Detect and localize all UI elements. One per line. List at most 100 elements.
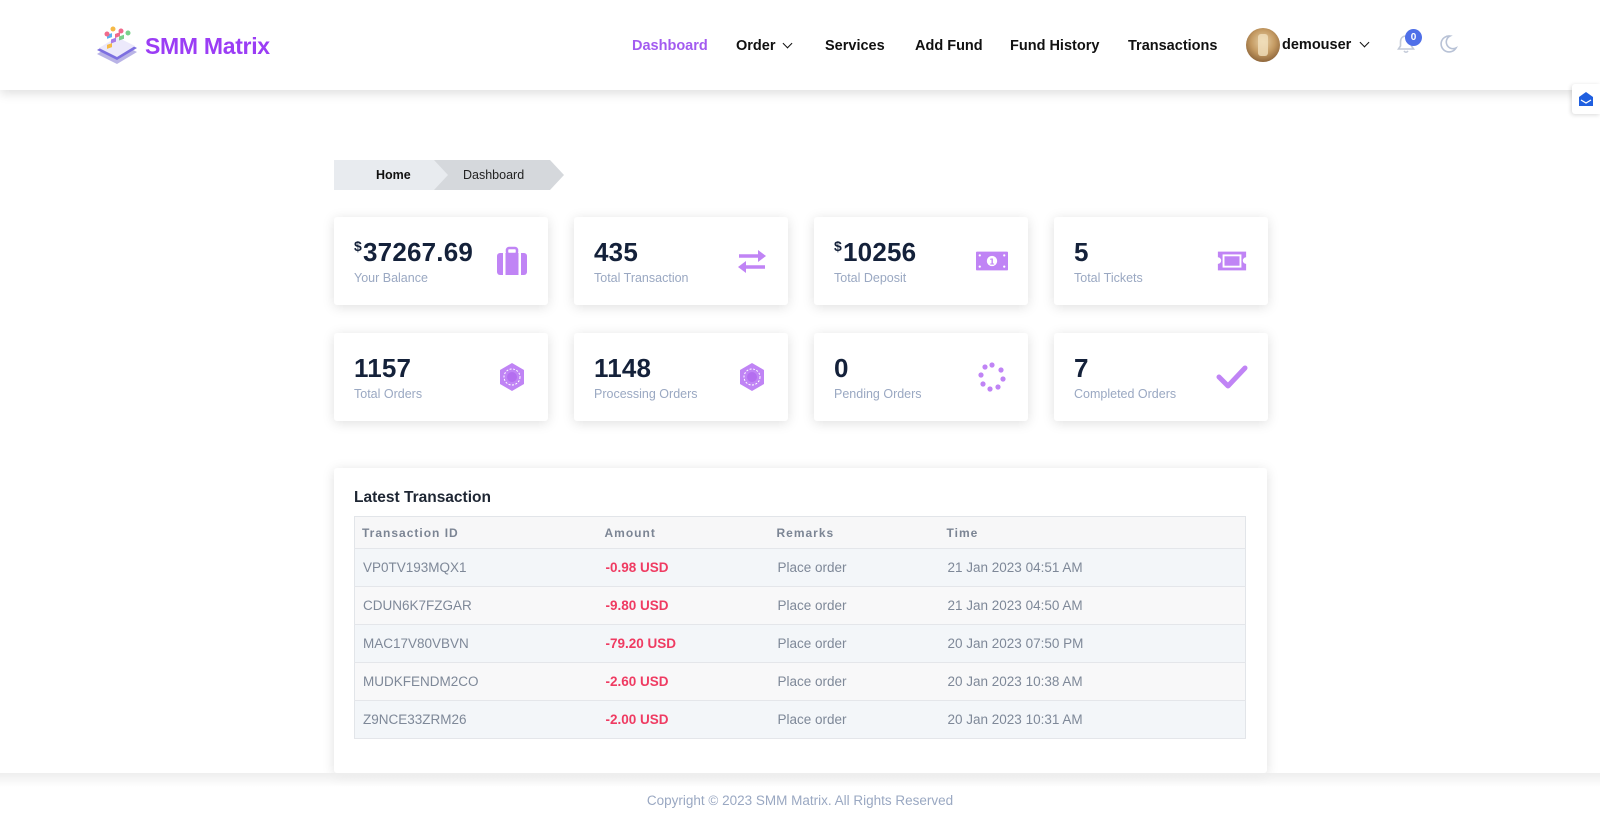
table-row: MUDKFENDM2CO -2.60 USD Place order 20 Ja… <box>354 662 1246 701</box>
stat-label: Total Tickets <box>1074 271 1143 285</box>
transaction-time: 21 Jan 2023 04:51 AM <box>939 548 1246 587</box>
stat-number: 37267.69 <box>363 237 474 267</box>
messages-button[interactable] <box>1572 84 1600 114</box>
stat-number: 1157 <box>354 353 412 383</box>
column-header: Amount <box>597 516 770 549</box>
transaction-amount: -79.20 USD <box>597 624 770 663</box>
money-bill-icon: 1 <box>976 251 1008 271</box>
transaction-remarks: Place order <box>769 548 940 587</box>
stat-value: 7 <box>1074 353 1089 384</box>
latest-transaction-card: Latest Transaction Transaction ID Amount… <box>334 468 1267 773</box>
nav-order-label: Order <box>736 38 776 54</box>
stat-label: Total Deposit <box>834 271 907 285</box>
transaction-time: 21 Jan 2023 04:50 AM <box>939 586 1246 625</box>
stat-card-processing-orders: 1148 Processing Orders <box>574 333 788 421</box>
stat-number: 10256 <box>843 237 917 267</box>
stat-number: 7 <box>1074 353 1089 383</box>
stat-value: 435 <box>594 237 638 268</box>
stat-card-completed-orders: 7 Completed Orders <box>1054 333 1268 421</box>
transaction-time: 20 Jan 2023 10:38 AM <box>939 662 1246 701</box>
nav-services[interactable]: Services <box>825 34 885 58</box>
chevron-down-icon <box>782 38 792 49</box>
table-row: VP0TV193MQX1 -0.98 USD Place order 21 Ja… <box>354 548 1246 587</box>
stat-card-deposit: $10256 Total Deposit 1 <box>814 217 1028 305</box>
breadcrumb-home[interactable]: Home <box>334 160 448 190</box>
column-header: Time <box>939 516 1246 549</box>
stat-value: 0 <box>834 353 849 384</box>
svg-text:1: 1 <box>989 257 994 266</box>
stat-card-balance: $37267.69 Your Balance <box>334 217 548 305</box>
currency-symbol: $ <box>354 238 362 254</box>
stat-label: Processing Orders <box>594 387 698 401</box>
transaction-id: Z9NCE33ZRM26 <box>354 700 598 739</box>
check-icon <box>1216 365 1248 389</box>
user-menu[interactable]: demouser <box>1246 28 1370 62</box>
briefcase-icon <box>497 246 527 275</box>
transaction-amount: -9.80 USD <box>597 586 770 625</box>
table-row: Z9NCE33ZRM26 -2.00 USD Place order 20 Ja… <box>354 700 1246 739</box>
transaction-time: 20 Jan 2023 07:50 PM <box>939 624 1246 663</box>
envelope-open-icon <box>1579 92 1593 106</box>
brand-logo[interactable]: SMM Matrix <box>93 24 270 68</box>
transaction-id: MUDKFENDM2CO <box>354 662 598 701</box>
stat-label: Pending Orders <box>834 387 922 401</box>
stat-label: Total Orders <box>354 387 423 401</box>
logo-icon <box>97 26 137 64</box>
nav-add-fund[interactable]: Add Fund <box>915 34 983 58</box>
transaction-amount: -2.60 USD <box>597 662 770 701</box>
stat-card-transactions: 435 Total Transaction <box>574 217 788 305</box>
ticket-icon <box>1217 251 1247 271</box>
transaction-remarks: Place order <box>769 624 940 663</box>
transaction-remarks: Place order <box>769 586 940 625</box>
transaction-id: VP0TV193MQX1 <box>354 548 598 587</box>
nav-dashboard[interactable]: Dashboard <box>632 34 708 58</box>
stat-value: $37267.69 <box>354 237 473 268</box>
stat-label: Completed Orders <box>1074 387 1177 401</box>
brand-name: SMM Matrix <box>145 32 270 59</box>
breadcrumb-current: Dashboard <box>434 160 564 190</box>
transaction-remarks: Place order <box>769 700 940 739</box>
transaction-id: CDUN6K7FZGAR <box>354 586 598 625</box>
nav-order[interactable]: Order <box>736 34 792 58</box>
hexagon-gear-icon <box>500 363 524 391</box>
currency-symbol: $ <box>834 238 842 254</box>
stat-label: Total Transaction <box>594 271 689 285</box>
footer-divider <box>0 773 1600 787</box>
stat-number: 1148 <box>594 353 652 383</box>
nav-fund-history[interactable]: Fund History <box>1010 34 1099 58</box>
stat-value: 1148 <box>594 353 651 384</box>
stat-number: 0 <box>834 353 849 383</box>
stat-value: 5 <box>1074 237 1089 268</box>
transaction-time: 20 Jan 2023 10:31 AM <box>939 700 1246 739</box>
spinner-dots-icon <box>978 362 1006 392</box>
exchange-arrows-icon <box>738 250 766 273</box>
section-title: Latest Transaction <box>354 489 491 506</box>
stat-card-total-orders: 1157 Total Orders <box>334 333 548 421</box>
table-row: CDUN6K7FZGAR -9.80 USD Place order 21 Ja… <box>354 586 1246 625</box>
stat-number: 435 <box>594 237 638 267</box>
stat-number: 5 <box>1074 237 1089 267</box>
stat-value: $10256 <box>834 237 916 268</box>
transaction-amount: -0.98 USD <box>597 548 770 587</box>
avatar <box>1246 28 1280 62</box>
transactions-table: Transaction ID Amount Remarks Time VP0TV… <box>354 516 1246 739</box>
moon-icon[interactable] <box>1438 34 1458 54</box>
column-header: Transaction ID <box>354 516 598 549</box>
transaction-amount: -2.00 USD <box>597 700 770 739</box>
hexagon-gear-icon <box>740 363 764 391</box>
stat-card-pending-orders: 0 Pending Orders <box>814 333 1028 421</box>
chevron-down-icon <box>1359 37 1370 47</box>
username: demouser <box>1282 37 1352 53</box>
table-header-row: Transaction ID Amount Remarks Time <box>354 516 1246 549</box>
table-row: MAC17V80VBVN -79.20 USD Place order 20 J… <box>354 624 1246 663</box>
stat-value: 1157 <box>354 353 411 384</box>
stat-card-tickets: 5 Total Tickets <box>1054 217 1268 305</box>
stat-label: Your Balance <box>354 271 428 285</box>
breadcrumb: Home Dashboard <box>334 160 564 190</box>
footer-copyright: Copyright © 2023 SMM Matrix. All Rights … <box>646 793 954 808</box>
column-header: Remarks <box>769 516 940 549</box>
notification-badge: 0 <box>1405 29 1422 46</box>
transaction-id: MAC17V80VBVN <box>354 624 598 663</box>
transaction-remarks: Place order <box>769 662 940 701</box>
nav-transactions[interactable]: Transactions <box>1128 34 1217 58</box>
